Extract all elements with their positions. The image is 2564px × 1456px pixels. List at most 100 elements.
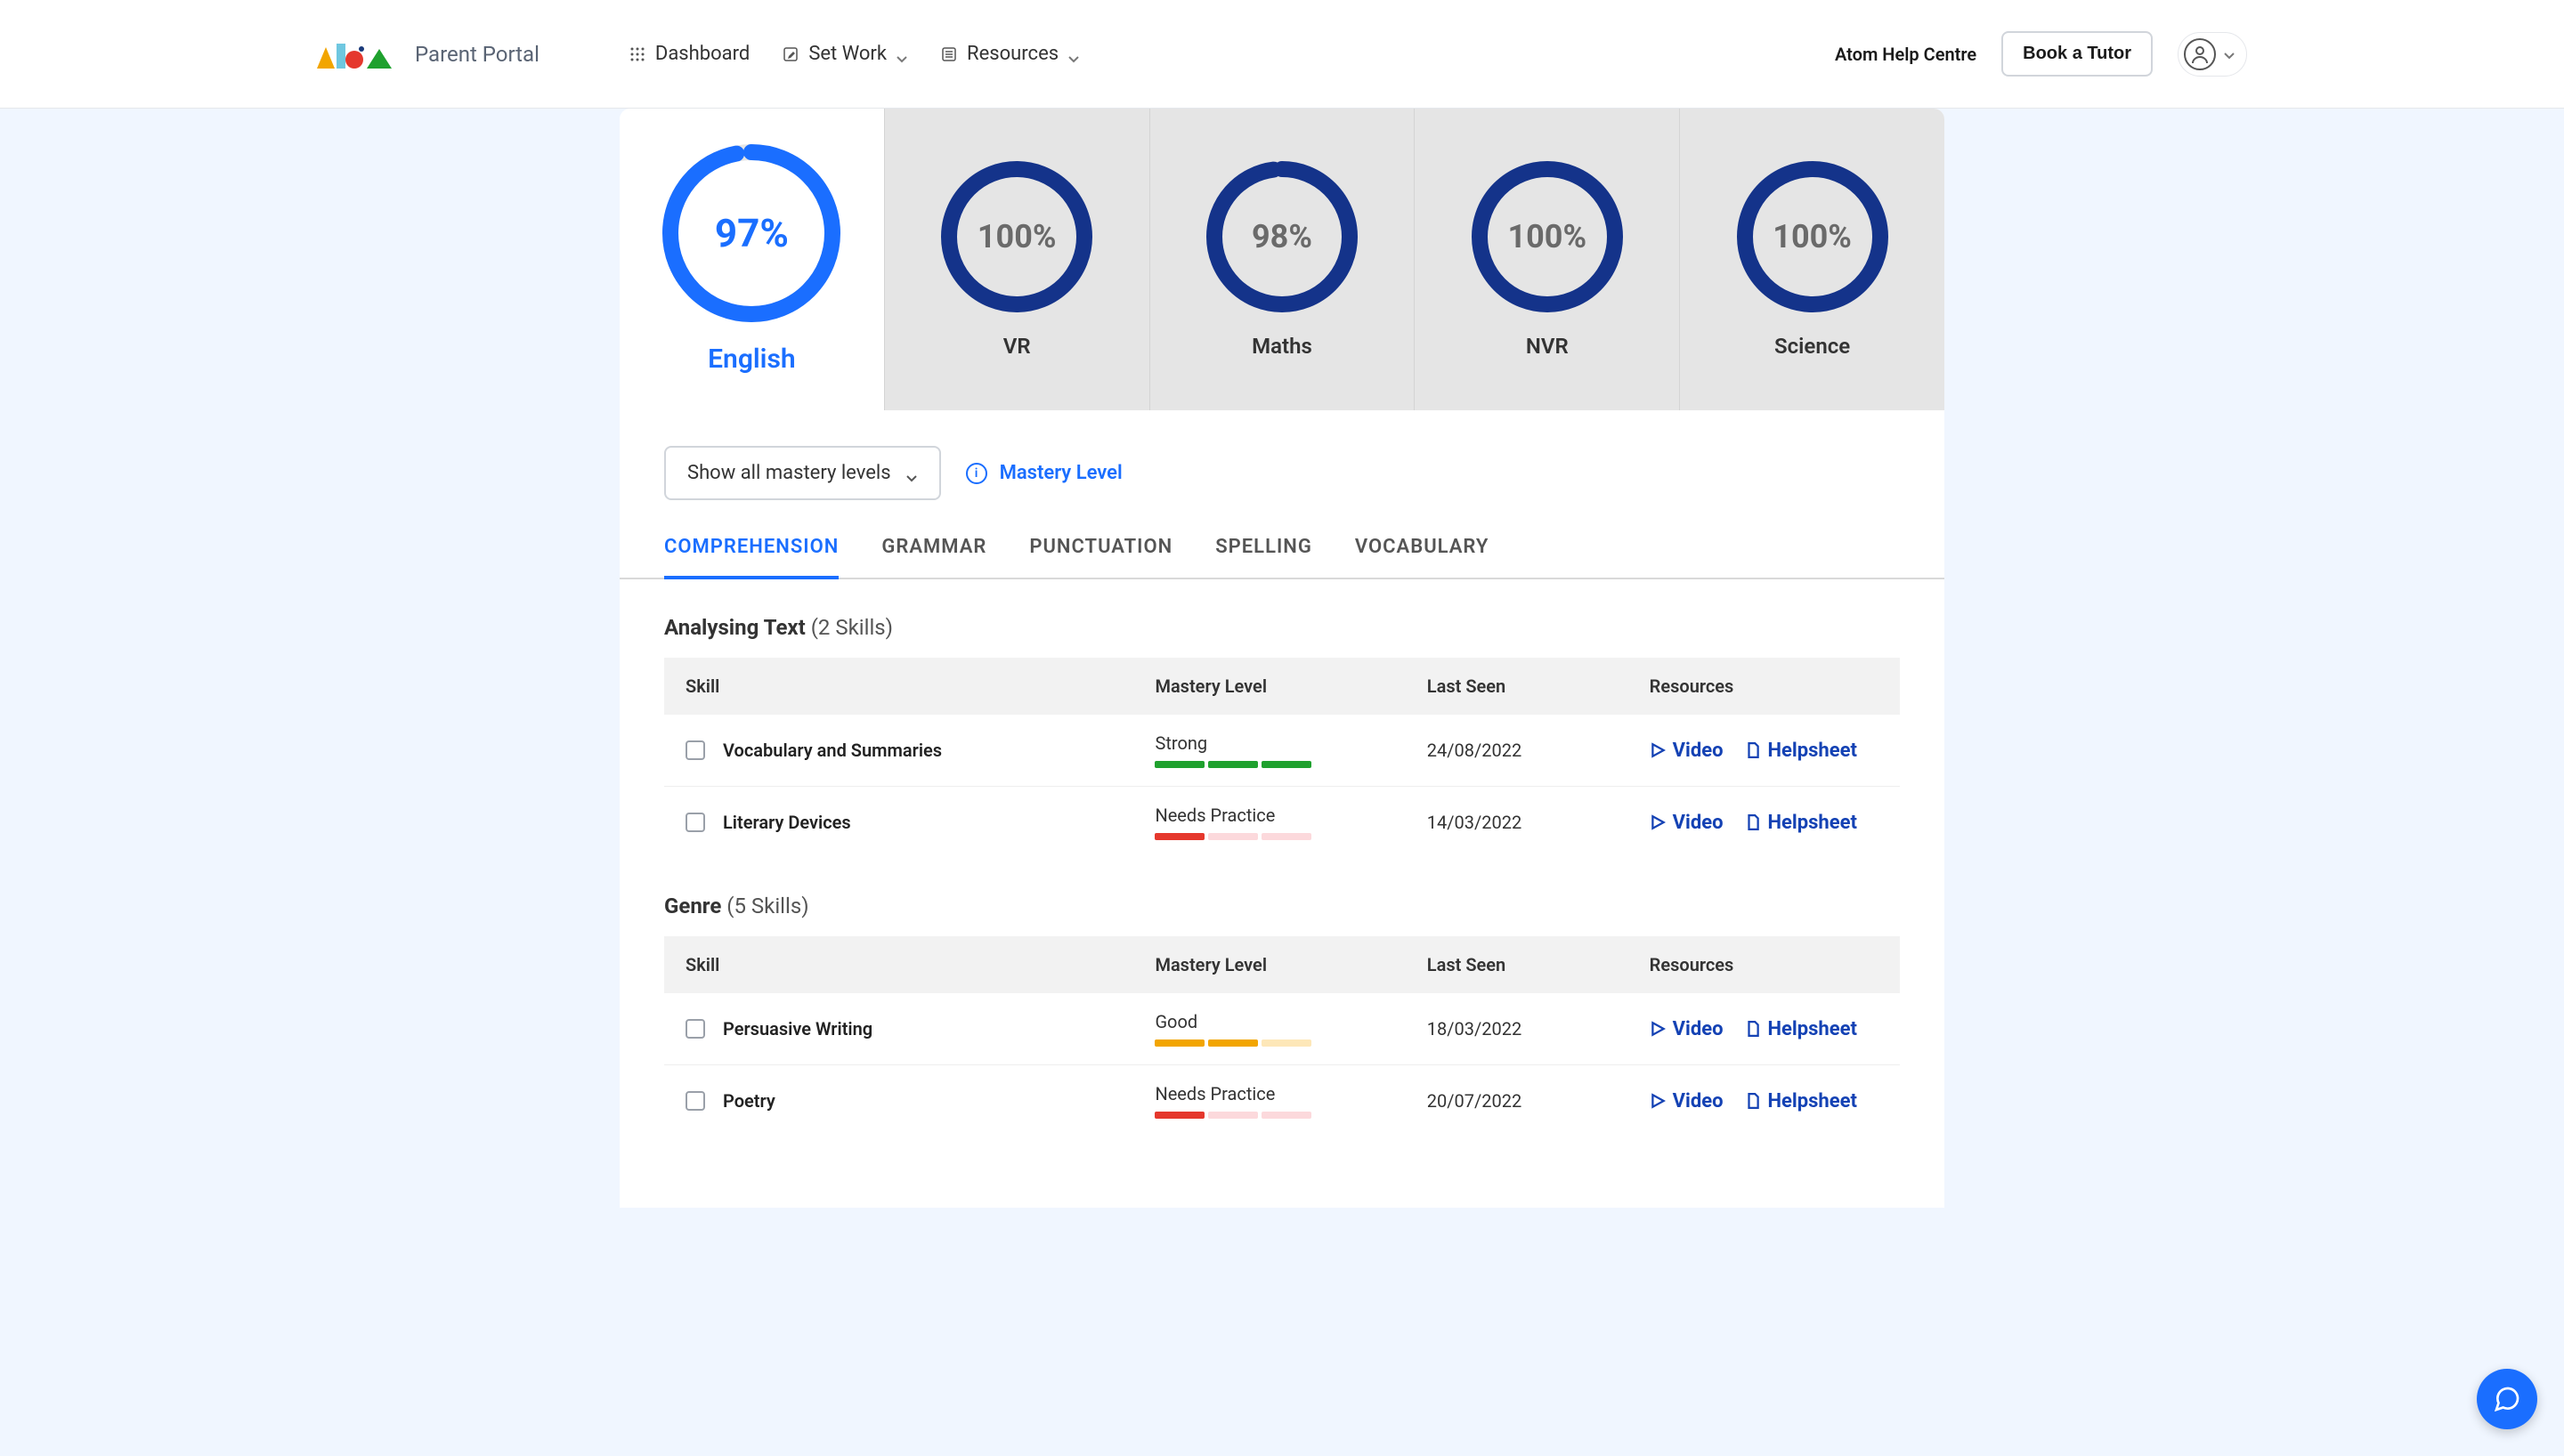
play-icon: [1650, 814, 1666, 830]
skills-table: Skill Mastery Level Last Seen Resources …: [664, 658, 1900, 858]
mastery-segment: [1208, 1039, 1258, 1047]
mastery-segment: [1262, 1039, 1311, 1047]
skill-name: Vocabulary and Summaries: [723, 740, 942, 761]
skill-checkbox[interactable]: [686, 813, 705, 832]
book-tutor-button[interactable]: Book a Tutor: [2001, 31, 2153, 77]
th-skill: Skill: [664, 658, 1133, 715]
helpsheet-link[interactable]: Helpsheet: [1745, 740, 1857, 762]
skills-table: Skill Mastery Level Last Seen Resources …: [664, 936, 1900, 1136]
nav-set-work[interactable]: Set Work: [782, 43, 908, 65]
progress-ring: 100%: [1737, 161, 1888, 312]
chat-button[interactable]: [2477, 1369, 2537, 1429]
mastery-segment: [1155, 833, 1205, 840]
subject-name: NVR: [1526, 334, 1569, 359]
helpsheet-link[interactable]: Helpsheet: [1745, 1018, 1857, 1040]
topic-tab-spelling[interactable]: SPELLING: [1215, 536, 1312, 579]
mastery-bar: [1155, 833, 1383, 840]
main-container: 97% English 100% VR 98% Maths 100%: [303, 109, 2261, 1208]
mastery-cell: Good: [1155, 1011, 1383, 1047]
nav-resources[interactable]: Resources: [940, 43, 1080, 65]
document-icon: [1745, 742, 1761, 758]
group-count: (5 Skills): [726, 894, 808, 918]
user-menu[interactable]: [2178, 32, 2247, 77]
document-icon: [1745, 1021, 1761, 1037]
mastery-info-link[interactable]: i Mastery Level: [966, 462, 1123, 484]
subject-tab-maths[interactable]: 98% Maths: [1150, 109, 1416, 410]
play-icon: [1650, 1021, 1666, 1037]
last-seen: 14/03/2022: [1427, 812, 1521, 833]
progress-ring: 98%: [1206, 161, 1358, 312]
help-centre-link[interactable]: Atom Help Centre: [1835, 44, 1976, 65]
skills-content: Analysing Text (2 Skills) Skill Mastery …: [620, 579, 1944, 1208]
avatar-icon: [2184, 38, 2216, 70]
video-link[interactable]: Video: [1650, 1018, 1724, 1040]
subject-tab-vr[interactable]: 100% VR: [885, 109, 1150, 410]
logo-mark: [317, 40, 397, 69]
topic-tab-comprehension[interactable]: COMPREHENSION: [664, 536, 839, 579]
skill-checkbox[interactable]: [686, 1091, 705, 1111]
video-link[interactable]: Video: [1650, 1090, 1724, 1112]
skill-checkbox[interactable]: [686, 1019, 705, 1039]
progress-percent: 98%: [1252, 218, 1312, 255]
helpsheet-link[interactable]: Helpsheet: [1745, 812, 1857, 834]
th-skill: Skill: [664, 936, 1133, 993]
table-row: Persuasive Writing Good 18/03/2022 Video: [664, 993, 1900, 1065]
mastery-cell: Needs Practice: [1155, 1083, 1383, 1119]
helpsheet-link[interactable]: Helpsheet: [1745, 1090, 1857, 1112]
topic-tab-vocabulary[interactable]: VOCABULARY: [1355, 536, 1489, 579]
last-seen: 20/07/2022: [1427, 1090, 1521, 1112]
th-resources: Resources: [1628, 936, 1900, 993]
play-icon: [1650, 742, 1666, 758]
nav-set-work-label: Set Work: [808, 43, 887, 65]
subject-tab-english[interactable]: 97% English: [620, 109, 885, 410]
nav-resources-label: Resources: [967, 43, 1059, 65]
subject-name: English: [708, 344, 796, 375]
chevron-down-icon: [896, 48, 908, 61]
group-count: (2 Skills): [811, 615, 893, 640]
chevron-down-icon: [905, 467, 918, 480]
subject-tab-nvr[interactable]: 100% NVR: [1415, 109, 1680, 410]
skill-checkbox[interactable]: [686, 740, 705, 760]
list-icon: [940, 45, 958, 63]
chevron-down-icon: [1067, 48, 1080, 61]
main-nav: Dashboard Set Work Resources: [629, 43, 1080, 65]
topic-tab-punctuation[interactable]: PUNCTUATION: [1029, 536, 1172, 579]
mastery-label: Needs Practice: [1155, 805, 1383, 826]
mastery-segment: [1262, 833, 1311, 840]
last-seen: 24/08/2022: [1427, 740, 1521, 761]
mastery-segment: [1208, 833, 1258, 840]
document-icon: [1745, 814, 1761, 830]
table-row: Vocabulary and Summaries Strong 24/08/20…: [664, 715, 1900, 787]
th-resources: Resources: [1628, 658, 1900, 715]
group-title: Analysing Text (2 Skills): [664, 615, 1900, 640]
mastery-segment: [1155, 1039, 1205, 1047]
mastery-segment: [1155, 1112, 1205, 1119]
video-link[interactable]: Video: [1650, 740, 1724, 762]
top-header: Parent Portal Dashboard Set Work Resourc…: [0, 0, 2564, 109]
subject-tabs: 97% English 100% VR 98% Maths 100%: [620, 109, 1944, 410]
mastery-cell: Strong: [1155, 732, 1383, 768]
header-right: Atom Help Centre Book a Tutor: [1835, 31, 2247, 77]
mastery-segment: [1262, 761, 1311, 768]
logo[interactable]: Parent Portal: [317, 40, 540, 69]
nav-dashboard[interactable]: Dashboard: [629, 43, 750, 65]
subject-name: Maths: [1252, 334, 1312, 359]
subject-tab-science[interactable]: 100% Science: [1680, 109, 1944, 410]
mastery-bar: [1155, 761, 1383, 768]
document-icon: [1745, 1093, 1761, 1109]
table-row: Literary Devices Needs Practice 14/03/20…: [664, 787, 1900, 859]
edit-icon: [782, 45, 799, 63]
mastery-filter-dropdown[interactable]: Show all mastery levels: [664, 446, 941, 500]
portal-label: Parent Portal: [415, 42, 540, 67]
topic-tab-grammar[interactable]: GRAMMAR: [881, 536, 986, 579]
progress-ring: 97%: [662, 144, 840, 322]
group-title: Genre (5 Skills): [664, 894, 1900, 918]
mastery-bar: [1155, 1112, 1383, 1119]
mastery-label: Good: [1155, 1011, 1383, 1032]
chat-icon: [2493, 1385, 2521, 1413]
mastery-bar: [1155, 1039, 1383, 1047]
skill-name: Persuasive Writing: [723, 1018, 872, 1039]
table-row: Poetry Needs Practice 20/07/2022 Video: [664, 1065, 1900, 1137]
play-icon: [1650, 1093, 1666, 1109]
video-link[interactable]: Video: [1650, 812, 1724, 834]
